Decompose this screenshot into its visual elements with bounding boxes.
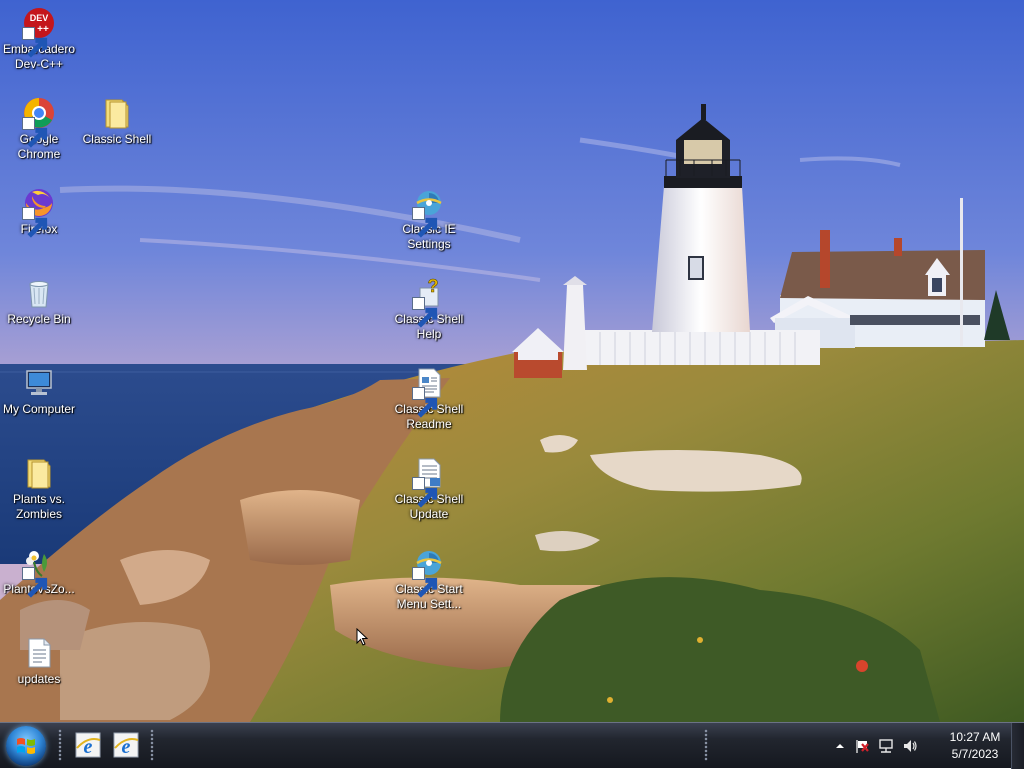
shortcut-arrow-icon [412, 207, 438, 238]
shortcut-arrow-icon [22, 207, 48, 238]
taskbar-internet-explorer-button[interactable]: e [70, 727, 106, 763]
clock-time: 10:27 AM [949, 730, 1001, 744]
shortcut-arrow-icon [412, 567, 438, 598]
desktop-icon-classic-shell-help[interactable]: ? Classic Shell Help [390, 276, 468, 342]
shortcut-arrow-icon [412, 387, 438, 418]
desktop-icon-google-chrome[interactable]: Google Chrome [0, 96, 78, 162]
recycle-bin-icon [29, 281, 49, 308]
desktop-icon-classic-shell-folder[interactable]: Classic Shell [78, 96, 156, 147]
shortcut-arrow-icon [22, 27, 48, 58]
shortcut-arrow-icon [22, 567, 48, 598]
show-hidden-icons-button[interactable] [832, 738, 848, 754]
desktop-icon-plantsvszombies-exe[interactable]: PlantsVsZo... [0, 546, 78, 598]
internet-explorer-icon: e [75, 732, 101, 758]
desktop-icon-label: My Computer [2, 402, 76, 416]
taskbar-grip[interactable] [704, 729, 708, 761]
taskbar-grip[interactable] [58, 729, 62, 761]
text-file-icon [28, 638, 51, 668]
network-button[interactable] [878, 738, 894, 754]
shortcut-arrow-icon [412, 477, 438, 508]
desktop-icon-classic-ie-settings[interactable]: Classic IE Settings [390, 186, 468, 252]
desktop-icon-plants-vs-zombies-folder[interactable]: Plants vs. Zombies [0, 456, 78, 522]
desktop-icon-label: Plants vs. Zombies [12, 492, 66, 521]
taskbar: e e 10:27 AM 5/7/2023 [0, 722, 1024, 769]
desktop-icon-label: Recycle Bin [7, 312, 71, 326]
desktop: DEV ++ Embarcadero Dev-C++ Google Chrome [0, 0, 1024, 722]
taskbar-internet-explorer-button-2[interactable]: e [108, 727, 144, 763]
shortcut-arrow-icon [412, 297, 438, 328]
action-center-flag-icon [856, 740, 869, 753]
shortcut-arrow-icon [22, 117, 48, 148]
action-center-button[interactable] [854, 738, 870, 754]
desktop-icon-updates[interactable]: updates [0, 636, 78, 687]
taskbar-grip[interactable] [150, 729, 154, 761]
desktop-icon-embarcadero-dev-cpp[interactable]: DEV ++ Embarcadero Dev-C++ [0, 6, 78, 72]
desktop-icon-recycle-bin[interactable]: Recycle Bin [0, 276, 78, 327]
desktop-icon-my-computer[interactable]: My Computer [0, 366, 78, 417]
desktop-icon-classic-shell-readme[interactable]: Classic Shell Readme [390, 366, 468, 432]
notification-area: 10:27 AM 5/7/2023 [830, 723, 1024, 769]
show-hidden-icons-icon [836, 744, 844, 748]
start-button[interactable] [6, 726, 46, 766]
windows-logo-icon [17, 738, 35, 754]
desktop-icon-label: Classic Shell [82, 132, 152, 146]
dev-badge: DEV [30, 13, 49, 23]
clock-date: 5/7/2023 [951, 747, 999, 761]
desktop-icon-classic-shell-update[interactable]: Classic Shell Update [390, 456, 468, 522]
desktop-icon-firefox[interactable]: Firefox [0, 186, 78, 238]
svg-text:?: ? [428, 276, 439, 296]
internet-explorer-icon: e [113, 732, 139, 758]
clock[interactable]: 10:27 AM 5/7/2023 [934, 729, 1016, 763]
network-icon [879, 739, 893, 753]
computer-icon [26, 370, 52, 395]
volume-icon [904, 740, 917, 752]
desktop-icon-classic-start-menu-settings[interactable]: Classic Start Menu Sett... [390, 546, 468, 612]
mouse-cursor-icon [356, 628, 368, 646]
show-desktop-button[interactable] [1011, 723, 1024, 769]
folder-icon [27, 459, 51, 489]
desktop-icon-label: updates [17, 672, 61, 686]
volume-button[interactable] [902, 738, 918, 754]
folder-icon [105, 99, 129, 129]
